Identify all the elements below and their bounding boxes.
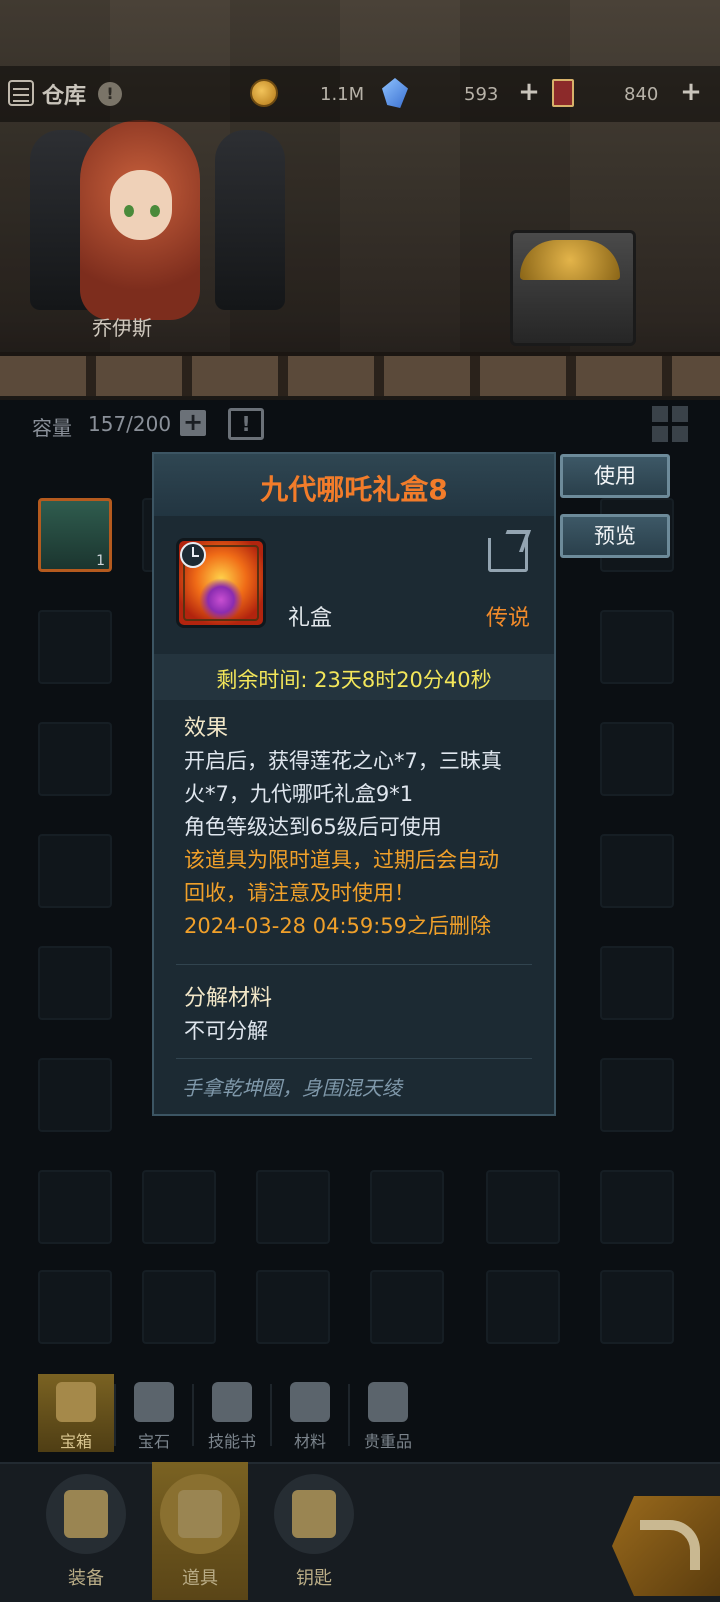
inventory-slot[interactable] xyxy=(38,1058,112,1132)
info-icon[interactable]: ! xyxy=(98,82,122,106)
hero-eye xyxy=(150,205,160,217)
book-icon xyxy=(212,1382,252,1422)
inventory-slot[interactable] xyxy=(38,1270,112,1344)
time-remaining-bar: 剩余时间: 23天8时20分40秒 xyxy=(154,654,554,700)
nav-keys[interactable]: 钥匙 xyxy=(266,1462,362,1600)
decompose-value: 不可分解 xyxy=(184,1019,268,1043)
page-title: 仓库 xyxy=(42,84,87,109)
decompose-title: 分解材料 xyxy=(184,986,273,1011)
capacity-label: 容量 xyxy=(32,416,72,440)
tab-label: 宝石 xyxy=(137,1432,170,1451)
item-type: 礼盒 xyxy=(288,606,333,631)
key-icon xyxy=(292,1490,336,1538)
inventory-slot-item[interactable]: 1 xyxy=(38,498,112,572)
expiry-line: 2024-03-28 04:59:59之后删除 xyxy=(184,914,492,938)
ticket-value: 840 xyxy=(624,84,659,105)
item-name: 九代哪吒礼盒8 xyxy=(260,473,448,506)
inventory-slot[interactable] xyxy=(486,1170,560,1244)
item-rarity: 传说 xyxy=(485,606,530,631)
tab-chest[interactable]: 宝箱 xyxy=(38,1374,114,1452)
inventory-slot[interactable] xyxy=(600,1170,674,1244)
popup-header: 九代哪吒礼盒8 xyxy=(154,454,554,516)
tab-label: 技能书 xyxy=(207,1432,256,1451)
inventory-slot[interactable] xyxy=(370,1270,444,1344)
warehouse-icon xyxy=(8,80,34,106)
valuables-icon xyxy=(368,1382,408,1422)
nav-label: 道具 xyxy=(182,1568,218,1589)
crystal-icon xyxy=(382,78,408,108)
effect-line: 开启后，获得莲花之心*7，三昧真 xyxy=(184,749,502,773)
gold-value: 1.1M xyxy=(320,84,365,105)
divider xyxy=(176,964,532,965)
inventory-slot[interactable] xyxy=(600,1270,674,1344)
inventory-slot[interactable] xyxy=(370,1170,444,1244)
inventory-slot[interactable] xyxy=(256,1170,330,1244)
nav-label: 钥匙 xyxy=(296,1568,332,1589)
grid-view-icon[interactable] xyxy=(652,406,688,442)
crystal-value: 593 xyxy=(464,84,499,105)
item-detail-popup: 九代哪吒礼盒8 礼盒 传说 剩余时间: 23天8时20分40秒 效果 开启后，获… xyxy=(152,452,556,1116)
inventory-slot[interactable] xyxy=(600,834,674,908)
inventory-slot[interactable] xyxy=(486,1270,560,1344)
nav-label: 装备 xyxy=(68,1568,104,1589)
item-count: 1 xyxy=(96,553,105,569)
inventory-slot[interactable] xyxy=(600,946,674,1020)
inventory-slot[interactable] xyxy=(38,1170,112,1244)
effect-line: 火*7，九代哪吒礼盒9*1 xyxy=(184,782,414,806)
chest-icon xyxy=(56,1382,96,1422)
expand-capacity-button[interactable]: + xyxy=(180,410,206,436)
inventory-slot[interactable] xyxy=(256,1270,330,1344)
sort-icon[interactable]: ! xyxy=(228,408,264,440)
hero-face xyxy=(110,170,172,240)
share-icon[interactable] xyxy=(488,538,528,572)
divider xyxy=(176,1058,532,1059)
material-icon xyxy=(290,1382,330,1422)
inventory-slot[interactable] xyxy=(600,610,674,684)
nav-items[interactable]: 道具 xyxy=(152,1462,248,1600)
inventory-slot[interactable] xyxy=(38,722,112,796)
tab-label: 宝箱 xyxy=(59,1432,92,1451)
tab-material[interactable]: 材料 xyxy=(272,1374,348,1452)
nav-equipment[interactable]: 装备 xyxy=(38,1462,134,1600)
resource-bar: 仓库 ! 1.1M 593 + 840 + xyxy=(0,66,720,122)
hero-eye xyxy=(124,205,134,217)
time-remaining: 剩余时间: 23天8时20分40秒 xyxy=(216,668,492,692)
warehouse-scene: 乔伊斯 xyxy=(0,0,720,400)
use-button[interactable]: 使用 xyxy=(560,454,670,498)
effect-title: 效果 xyxy=(184,716,229,741)
shelf xyxy=(0,352,720,396)
add-ticket-button[interactable]: + xyxy=(680,79,702,105)
tab-label: 材料 xyxy=(293,1432,326,1451)
effect-section: 效果 开启后，获得莲花之心*7，三昧真 火*7，九代哪吒礼盒9*1 角色等级达到… xyxy=(184,712,534,943)
equipment-icon xyxy=(64,1490,108,1538)
armor-stand xyxy=(215,130,285,310)
decompose-section: 分解材料 不可分解 xyxy=(184,982,534,1048)
preview-button[interactable]: 预览 xyxy=(560,514,670,558)
tab-skill-book[interactable]: 技能书 xyxy=(194,1374,270,1452)
inventory-slot[interactable] xyxy=(142,1170,216,1244)
warning-line: 回收，请注意及时使用！ xyxy=(184,881,415,905)
inventory-slot[interactable] xyxy=(600,1058,674,1132)
gem-icon xyxy=(134,1382,174,1422)
hero-name: 乔伊斯 xyxy=(92,316,152,340)
inventory-slot[interactable] xyxy=(142,1270,216,1344)
ticket-icon xyxy=(552,79,574,107)
clock-icon xyxy=(180,542,206,568)
tab-valuables[interactable]: 贵重品 xyxy=(350,1374,426,1452)
gold-pile xyxy=(520,240,620,280)
tab-label: 贵重品 xyxy=(363,1432,412,1451)
capacity-value: 157/200 xyxy=(88,412,172,436)
inventory-slot[interactable] xyxy=(38,834,112,908)
inventory-slot[interactable] xyxy=(38,946,112,1020)
tab-gem[interactable]: 宝石 xyxy=(116,1374,192,1452)
add-crystal-button[interactable]: + xyxy=(518,79,540,105)
gold-coin-icon xyxy=(250,79,278,107)
warning-line: 该道具为限时道具，过期后会自动 xyxy=(184,848,499,872)
inventory-slot[interactable] xyxy=(600,722,674,796)
item-bag-icon xyxy=(178,1490,222,1538)
inventory-slot[interactable] xyxy=(38,610,112,684)
effect-line: 角色等级达到65级后可使用 xyxy=(184,815,442,839)
flavor-text: 手拿乾坤圈，身围混天绫 xyxy=(182,1076,402,1100)
